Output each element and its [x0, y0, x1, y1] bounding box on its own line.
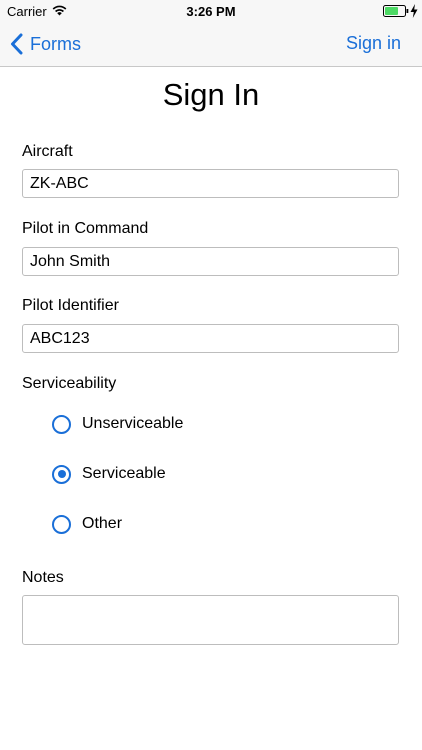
sign-in-nav-button[interactable]: Sign in — [346, 33, 401, 54]
radio-label: Other — [82, 515, 123, 532]
back-button[interactable]: Forms — [10, 31, 81, 57]
back-button-label: Forms — [30, 33, 81, 54]
chevron-left-icon — [11, 33, 23, 55]
radio-button[interactable] — [52, 514, 71, 534]
radio-unserviceable[interactable]: Unserviceable — [52, 413, 183, 435]
status-bar: Carrier 3:26 PM — [0, 0, 422, 22]
radio-button[interactable] — [52, 414, 71, 434]
radio-serviceable[interactable]: Serviceable — [52, 463, 166, 485]
pilot-input[interactable] — [22, 247, 399, 276]
charging-icon — [410, 4, 418, 18]
notes-input[interactable] — [22, 595, 399, 645]
radio-button-selected[interactable] — [52, 464, 71, 484]
radio-label: Unserviceable — [82, 415, 184, 432]
aircraft-input[interactable] — [22, 169, 399, 198]
pilot-id-label: Pilot Identifier — [22, 297, 119, 314]
radio-label: Serviceable — [82, 465, 166, 482]
navigation-bar: Forms Sign in — [0, 22, 422, 67]
pilot-label: Pilot in Command — [22, 220, 149, 237]
pilot-id-input[interactable] — [22, 324, 399, 353]
status-time: 3:26 PM — [186, 4, 236, 19]
notes-label: Notes — [22, 569, 64, 586]
page-title: Sign In — [162, 77, 260, 112]
aircraft-label: Aircraft — [22, 143, 73, 160]
serviceability-label: Serviceability — [22, 375, 117, 392]
battery-icon — [383, 5, 409, 17]
radio-other[interactable]: Other — [52, 513, 122, 535]
